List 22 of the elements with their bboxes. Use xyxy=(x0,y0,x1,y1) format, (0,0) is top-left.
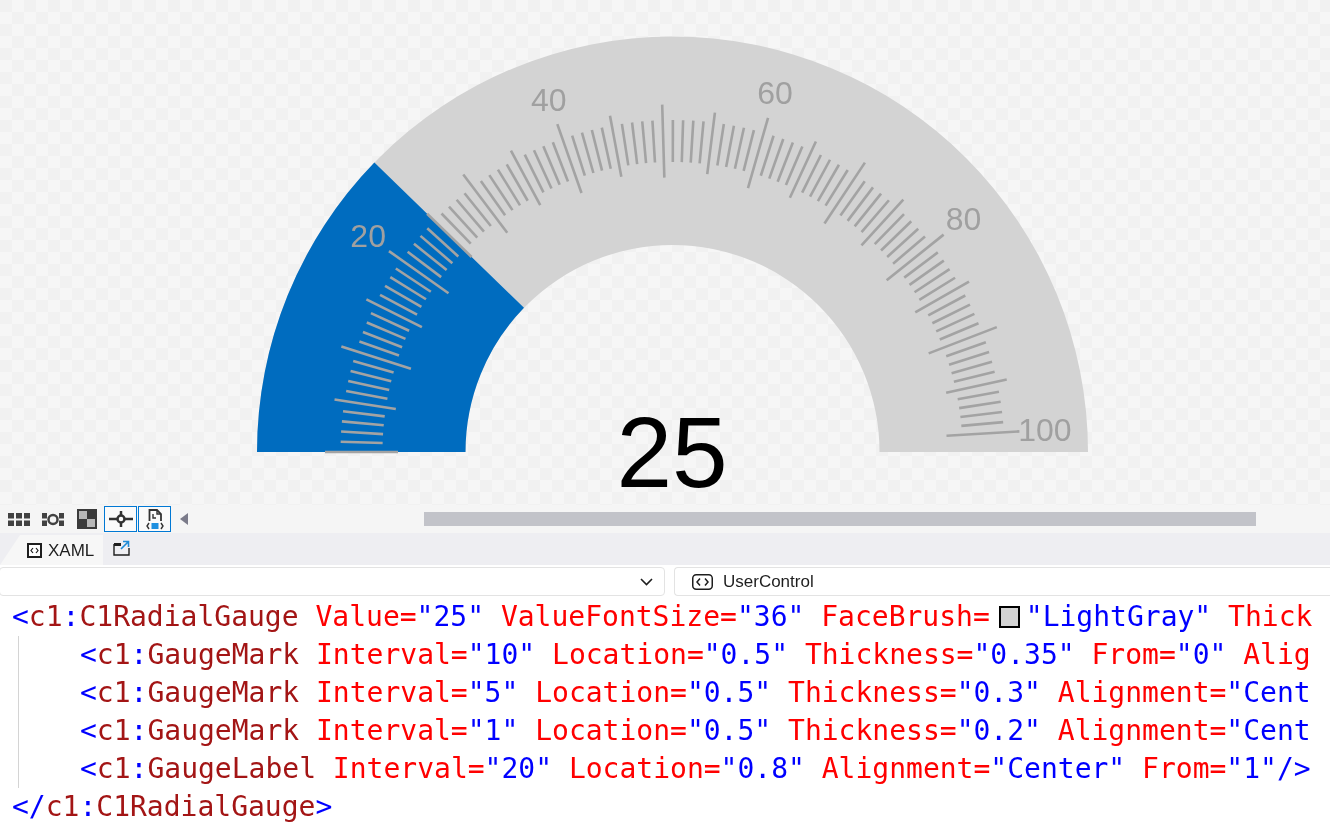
document-icon xyxy=(145,508,164,530)
code-text: <c1:C1RadialGauge Value="25" ValueFontSize="36" FaceBrush= xyxy=(12,600,990,634)
code-text: <c1:GaugeMark Interval="10" Location="0.5" Thickness="0.35" From="0" Alig xyxy=(80,638,1311,672)
xaml-tab[interactable]: XAML xyxy=(0,535,103,565)
code-text: <c1:GaugeMark Interval="1" Location="0.5" Thickness="0.2" Alignment="Cent xyxy=(80,714,1311,748)
code-brackets-icon xyxy=(692,573,713,590)
code-text: <c1:GaugeMark Interval="5" Location="0.5" Thickness="0.3" Alignment="Cent xyxy=(80,676,1311,710)
window-arrow-icon[interactable] xyxy=(113,540,130,556)
code-text: <c1:GaugeLabel Interval="20" Location="0.8" Alignment="Center" From="1"/> xyxy=(80,752,1311,786)
member-dropdown[interactable]: UserControl xyxy=(674,567,1330,596)
crosshair-icon xyxy=(108,511,133,527)
code-file-icon xyxy=(27,542,42,558)
checkerboard-icon xyxy=(76,509,97,529)
code-text: "LightGray" Thick xyxy=(1025,600,1313,634)
scrollbar-thumb[interactable] xyxy=(424,512,1256,526)
toolbar-button[interactable] xyxy=(138,506,171,532)
grid-icon xyxy=(7,512,30,526)
code-text: </c1:C1RadialGauge> xyxy=(12,790,333,824)
ring-grid-icon xyxy=(41,512,64,526)
chevron-down-icon xyxy=(640,577,653,586)
toolbar-button[interactable] xyxy=(104,506,137,532)
caret-left-icon[interactable] xyxy=(180,513,188,525)
